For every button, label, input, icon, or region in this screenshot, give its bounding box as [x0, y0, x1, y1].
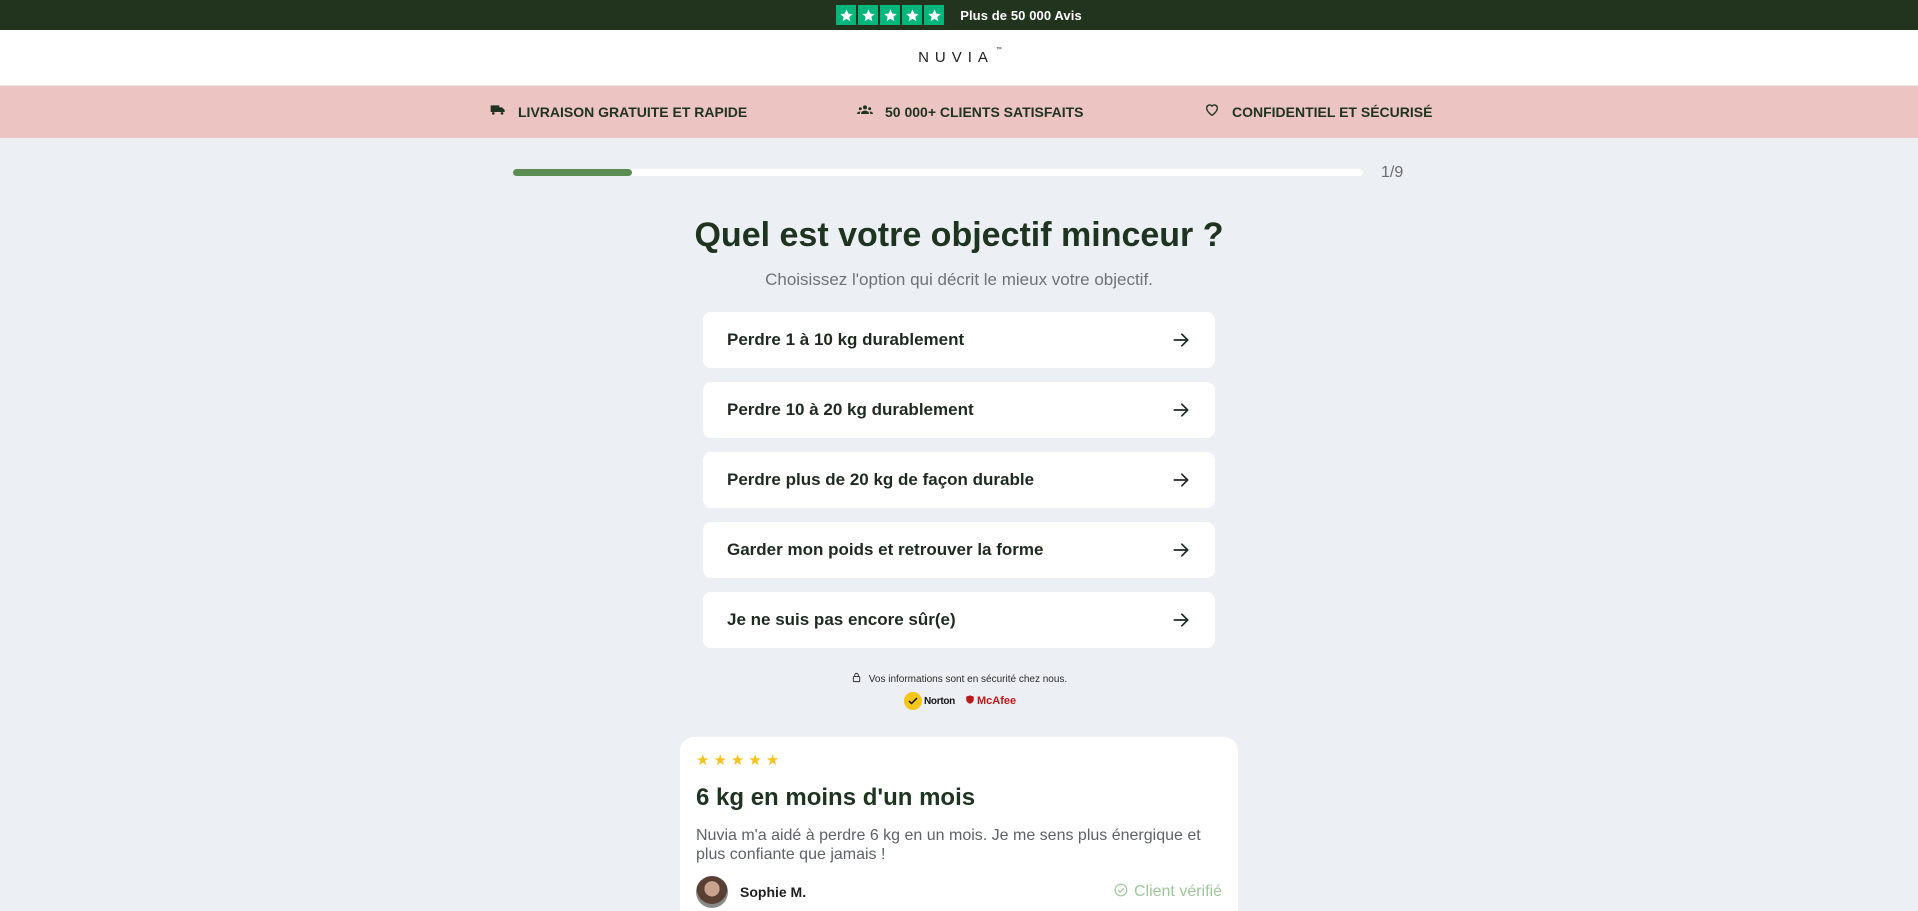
answer-option[interactable]: Perdre 10 à 20 kg durablement [703, 382, 1215, 438]
mcafee-badge: McAfee [965, 694, 1016, 708]
star-icon: ★ [713, 752, 727, 769]
site-header: NUVIA ™ [0, 30, 1918, 86]
star-icon [880, 5, 901, 25]
trustpilot-stars [836, 5, 945, 25]
arrow-right-icon [1171, 470, 1191, 490]
author-name: Sophie M. [740, 884, 807, 900]
review-stars: ★ ★ ★ ★ ★ [696, 753, 1222, 768]
arrow-right-icon [1171, 610, 1191, 630]
star-icon [836, 5, 857, 25]
answer-option[interactable]: Je ne suis pas encore sûr(e) [703, 592, 1215, 648]
benefit-confidential: CONFIDENTIEL ET SÉCURISÉ [1204, 102, 1432, 121]
answer-option-label: Je ne suis pas encore sûr(e) [727, 610, 956, 629]
check-circle-icon [1114, 883, 1128, 902]
star-icon [902, 5, 923, 25]
testimonial-card: ★ ★ ★ ★ ★ 6 kg en moins d'un mois Nuvia … [680, 737, 1238, 911]
benefit-free-delivery: LIVRAISON GRATUITE ET RAPIDE [490, 102, 747, 121]
answer-option-label: Garder mon poids et retrouver la forme [727, 540, 1044, 559]
star-icon [924, 5, 945, 25]
verified-badge: Client vérifié [1114, 883, 1222, 902]
review-footer: Sophie M. Client vérifié [696, 876, 1222, 908]
quiz-step-counter: 1/9 [1381, 164, 1404, 181]
answer-option-label: Perdre plus de 20 kg de façon durable [727, 470, 1035, 489]
arrow-right-icon [1171, 400, 1191, 420]
star-icon: ★ [696, 752, 710, 769]
question-title: Quel est votre objectif minceur ? [694, 216, 1224, 254]
heart-icon [1204, 102, 1220, 121]
answer-option[interactable]: Perdre 1 à 10 kg durablement [703, 312, 1215, 368]
brand-logo[interactable]: NUVIA ™ [918, 47, 1002, 66]
star-icon [858, 5, 879, 25]
arrow-right-icon [1171, 330, 1191, 350]
question-subtitle: Choisissez l'option qui décrit le mieux … [765, 270, 1153, 289]
answer-options: Perdre 1 à 10 kg durablement Perdre 10 à… [703, 312, 1215, 662]
reviews-count-text: Plus de 50 000 Avis [960, 7, 1082, 23]
arrow-right-icon [1171, 540, 1191, 560]
answer-option-label: Perdre 1 à 10 kg durablement [727, 330, 965, 349]
answer-option[interactable]: Garder mon poids et retrouver la forme [703, 522, 1215, 578]
truck-icon [490, 102, 506, 121]
trust-badges: Norton McAfee [904, 692, 1016, 710]
answer-option[interactable]: Perdre plus de 20 kg de façon durable [703, 452, 1215, 508]
benefit-satisfied-clients: 50 000+ CLIENTS SATISFAITS [857, 102, 1084, 121]
star-icon: ★ [730, 752, 745, 769]
quiz-progress-bar [513, 169, 1363, 176]
quiz-progress-fill [513, 169, 632, 176]
users-icon [857, 102, 873, 121]
avatar [696, 876, 728, 908]
answer-option-label: Perdre 10 à 20 kg durablement [727, 400, 974, 419]
trustpilot-bar: Plus de 50 000 Avis [0, 0, 1918, 30]
lock-icon [851, 672, 862, 686]
shield-icon [965, 694, 975, 708]
star-icon: ★ [765, 752, 780, 769]
check-icon [904, 692, 922, 710]
review-title: 6 kg en moins d'un mois [696, 784, 976, 811]
security-note: Vos informations sont en sécurité chez n… [0, 672, 1918, 686]
star-icon: ★ [748, 752, 762, 769]
norton-badge: Norton [904, 692, 955, 710]
review-text: Nuvia m'a aidé à perdre 6 kg en un mois.… [696, 827, 1201, 863]
review-author: Sophie M. [696, 876, 806, 908]
